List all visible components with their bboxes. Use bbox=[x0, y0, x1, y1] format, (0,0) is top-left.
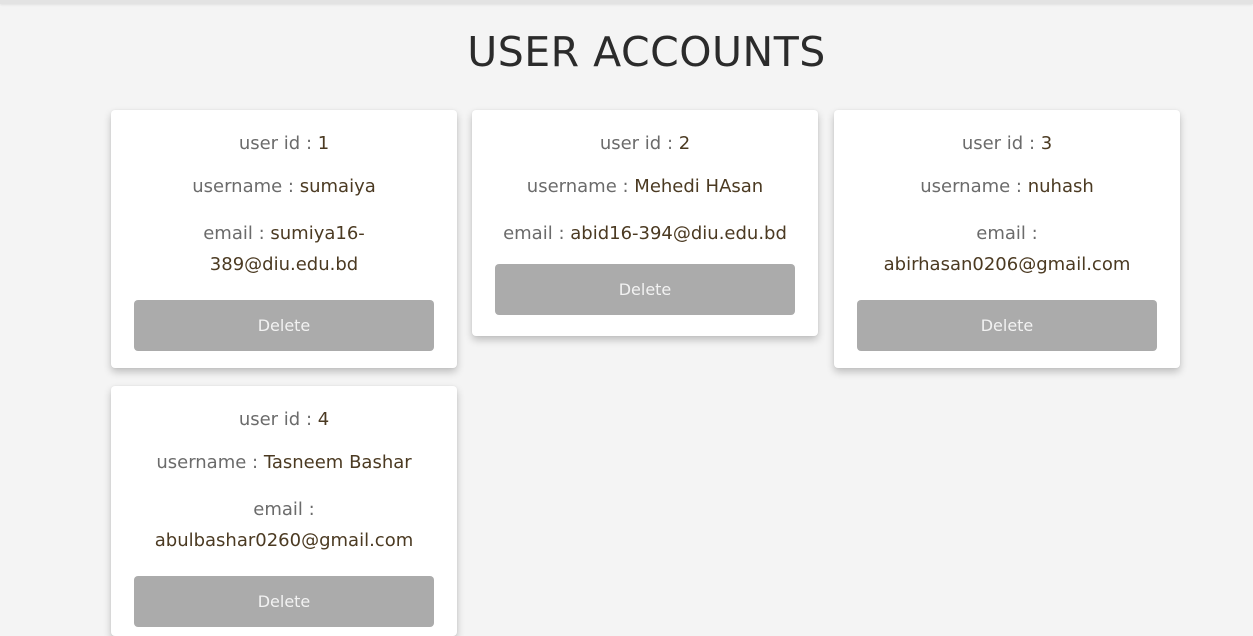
delete-button[interactable]: Delete bbox=[134, 300, 434, 351]
email-block: email : sumiya16- 389@diu.edu.bd bbox=[111, 218, 457, 288]
user-card: user id : 1 username : sumaiya email : s… bbox=[111, 110, 457, 368]
user-card: user id : 4 username : Tasneem Bashar em… bbox=[111, 386, 457, 636]
username-label: username : bbox=[156, 452, 264, 473]
user-id-label: user id : bbox=[961, 133, 1041, 154]
user-id-label: user id : bbox=[238, 409, 318, 430]
top-bar bbox=[0, 0, 1253, 4]
user-id-line: user id : 1 bbox=[111, 132, 457, 156]
user-id-value: 2 bbox=[678, 133, 691, 154]
email-value-cont: 389@diu.edu.bd bbox=[209, 254, 359, 275]
username-line: username : Tasneem Bashar bbox=[111, 451, 457, 475]
delete-button[interactable]: Delete bbox=[857, 300, 1157, 351]
email-value: abid16-394@diu.edu.bd bbox=[570, 223, 787, 244]
user-id-label: user id : bbox=[238, 133, 318, 154]
email-label: email : bbox=[503, 223, 571, 244]
username-line: username : sumaiya bbox=[111, 175, 457, 199]
email-value: abirhasan0206@gmail.com bbox=[883, 254, 1131, 275]
user-card: user id : 3 username : nuhash email : ab… bbox=[834, 110, 1180, 368]
email-line: email : abid16-394@diu.edu.bd bbox=[497, 218, 793, 249]
user-card: user id : 2 username : Mehedi HAsan emai… bbox=[472, 110, 818, 336]
email-label: email : bbox=[976, 223, 1038, 244]
page-title: USER ACCOUNTS bbox=[467, 28, 826, 76]
username-line: username : nuhash bbox=[834, 175, 1180, 199]
user-id-line: user id : 3 bbox=[834, 132, 1180, 156]
email-block: email : abulbashar0260@gmail.com bbox=[111, 494, 457, 564]
email-value: abulbashar0260@gmail.com bbox=[154, 530, 414, 551]
email-line: email : sumiya16- bbox=[185, 218, 383, 249]
username-line: username : Mehedi HAsan bbox=[472, 175, 818, 199]
user-id-value: 1 bbox=[317, 133, 330, 154]
email-label: email : bbox=[253, 499, 315, 520]
delete-button[interactable]: Delete bbox=[495, 264, 795, 315]
user-id-label: user id : bbox=[599, 133, 679, 154]
user-id-line: user id : 2 bbox=[472, 132, 818, 156]
email-value: sumiya16- bbox=[270, 223, 365, 244]
user-id-line: user id : 4 bbox=[111, 408, 457, 432]
email-line: email : bbox=[958, 218, 1055, 249]
username-value: nuhash bbox=[1027, 176, 1094, 197]
username-label: username : bbox=[192, 176, 300, 197]
username-label: username : bbox=[920, 176, 1028, 197]
user-id-value: 3 bbox=[1040, 133, 1053, 154]
delete-button[interactable]: Delete bbox=[134, 576, 434, 627]
email-block: email : abid16-394@diu.edu.bd bbox=[472, 218, 818, 252]
username-value: Mehedi HAsan bbox=[634, 176, 764, 197]
email-label: email : bbox=[203, 223, 271, 244]
username-value: sumaiya bbox=[299, 176, 376, 197]
username-value: Tasneem Bashar bbox=[263, 452, 412, 473]
user-id-value: 4 bbox=[317, 409, 330, 430]
username-label: username : bbox=[526, 176, 635, 197]
email-line: email : bbox=[235, 494, 332, 525]
email-block: email : abirhasan0206@gmail.com bbox=[834, 218, 1180, 288]
